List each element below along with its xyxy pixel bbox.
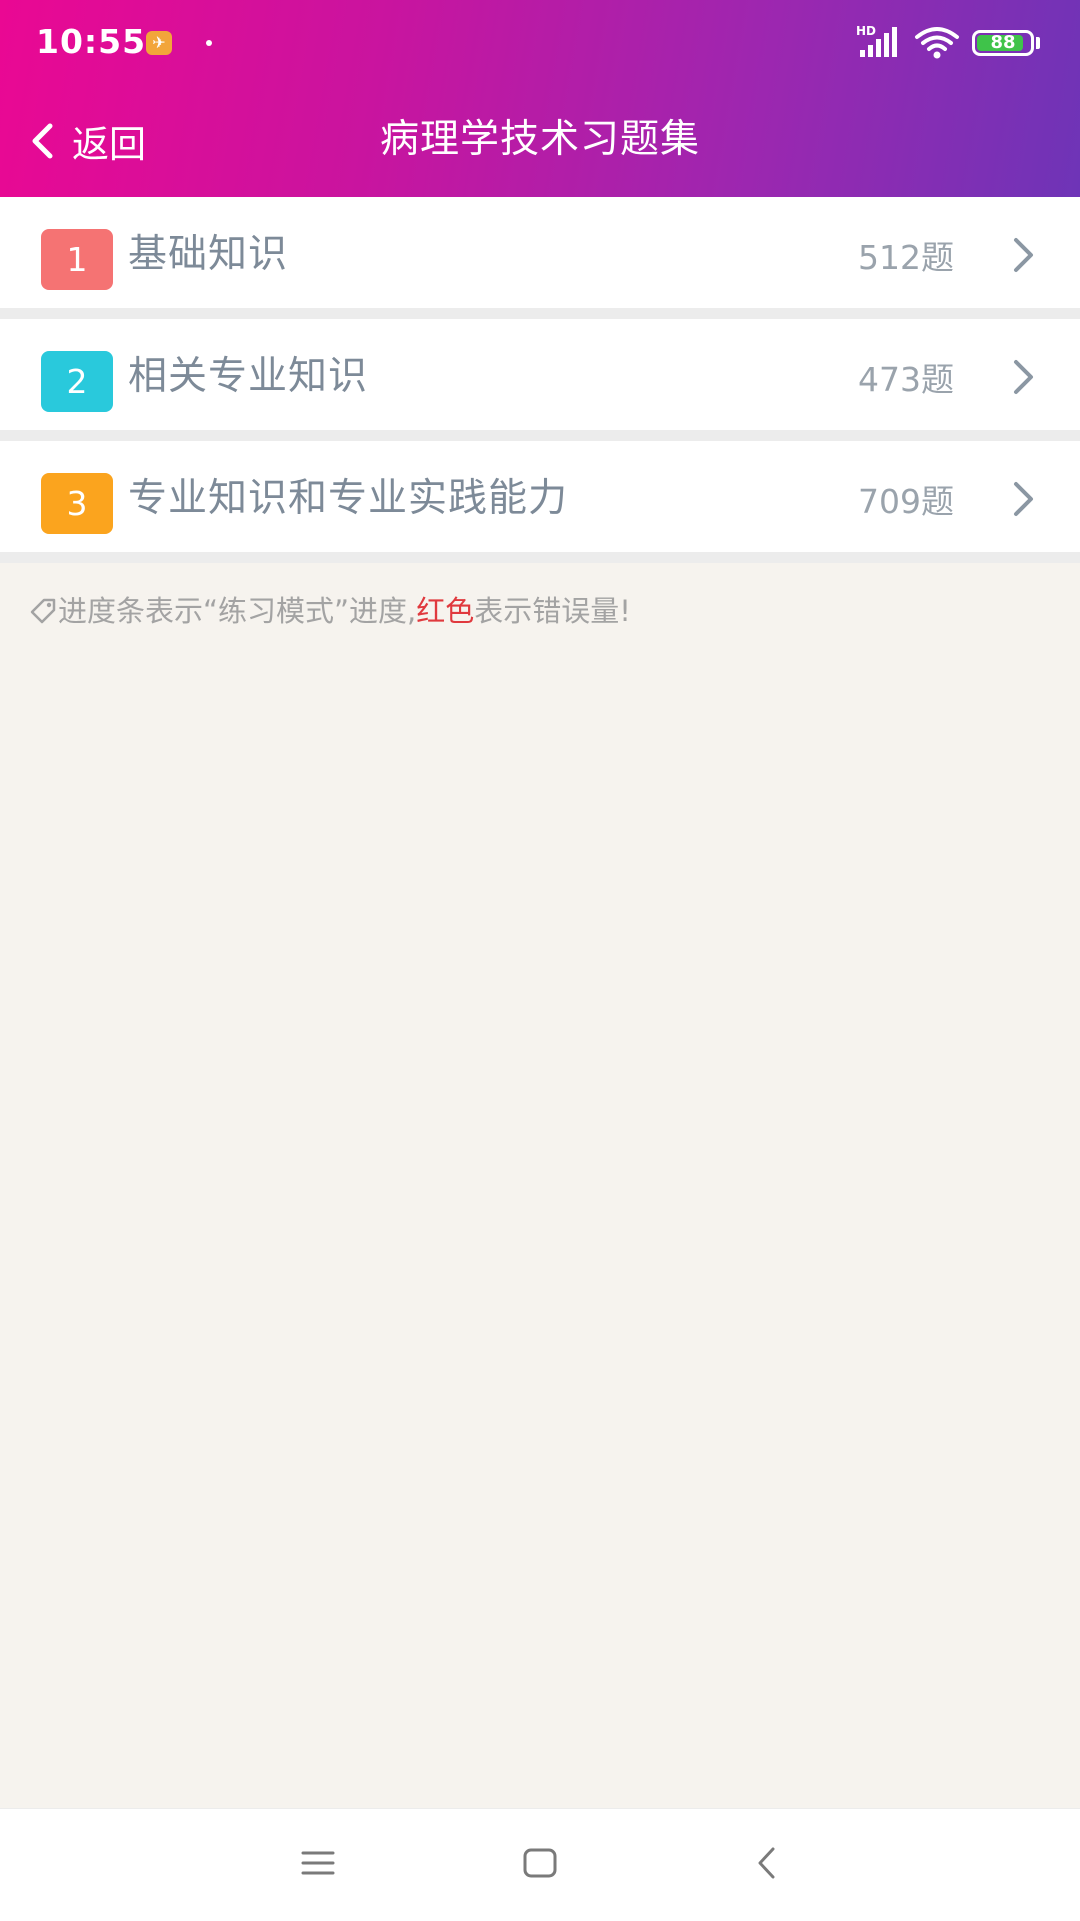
question-count: 709题 bbox=[858, 482, 954, 521]
wifi-icon bbox=[915, 27, 959, 59]
battery-icon: 88 bbox=[972, 30, 1034, 56]
chapter-number-badge: 3 bbox=[41, 473, 113, 534]
back-triangle-icon[interactable] bbox=[752, 1843, 782, 1883]
question-count: 473题 bbox=[858, 360, 954, 399]
home-square-icon[interactable] bbox=[522, 1843, 558, 1883]
chapter-number-badge: 2 bbox=[41, 351, 113, 412]
chapter-item-professional-practice[interactable]: 3 专业知识和专业实践能力 709题 bbox=[0, 441, 1080, 563]
system-nav-bar bbox=[0, 1808, 1080, 1921]
network-type-label: HD bbox=[856, 24, 876, 38]
chapter-title: 相关专业知识 bbox=[128, 354, 369, 399]
tag-icon bbox=[30, 598, 56, 624]
chapter-title: 基础知识 bbox=[128, 232, 289, 277]
status-bar: 10:55 ✈ HD 88 bbox=[0, 0, 1080, 86]
chapter-item-related-knowledge[interactable]: 2 相关专业知识 473题 bbox=[0, 319, 1080, 441]
app-header: 10:55 ✈ HD 88 返回 病理学技术习题集 bbox=[0, 0, 1080, 197]
chapter-title: 专业知识和专业实践能力 bbox=[128, 476, 569, 521]
chevron-right-icon bbox=[1014, 482, 1033, 516]
menu-icon[interactable] bbox=[300, 1843, 336, 1883]
app-bar: 返回 病理学技术习题集 bbox=[0, 86, 1080, 197]
chapter-item-basic-knowledge[interactable]: 1 基础知识 512题 bbox=[0, 197, 1080, 319]
notification-app-icon: ✈ bbox=[146, 31, 172, 55]
note-prefix: 进度条表示“练习模式”进度, bbox=[58, 594, 417, 628]
note-highlight-red: 红色 bbox=[416, 594, 475, 628]
status-time: 10:55 bbox=[36, 22, 147, 61]
battery-percent: 88 bbox=[990, 32, 1016, 53]
chevron-right-icon bbox=[1014, 238, 1033, 272]
battery-tip bbox=[1036, 37, 1040, 49]
chevron-right-icon bbox=[1014, 360, 1033, 394]
question-count: 512题 bbox=[858, 238, 954, 277]
page-title: 病理学技术习题集 bbox=[379, 117, 700, 162]
progress-note: 进度条表示“练习模式”进度, 红色 表示错误量! bbox=[28, 588, 631, 630]
chapter-list: 1 基础知识 512题 2 相关专业知识 473题 3 专业知识和专业实践能力 … bbox=[0, 197, 1080, 563]
notification-dot bbox=[206, 40, 212, 46]
chapter-number-badge: 1 bbox=[41, 229, 113, 290]
note-suffix: 表示错误量! bbox=[474, 594, 631, 628]
cell-signal-icon: HD bbox=[856, 24, 897, 57]
